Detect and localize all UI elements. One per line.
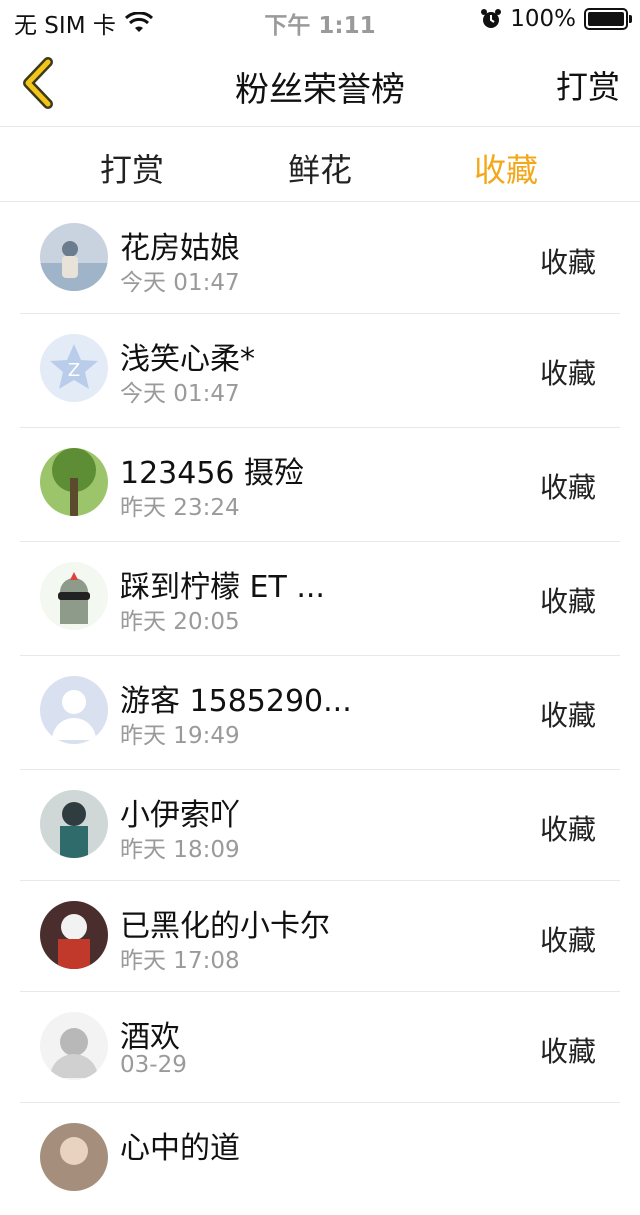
fan-action: 收藏 — [539, 813, 596, 846]
avatar — [40, 1012, 108, 1080]
fan-name: 酒欢 — [120, 1020, 180, 1055]
avatar — [40, 223, 108, 291]
fan-action: 收藏 — [539, 585, 596, 618]
svg-text:Z: Z — [68, 360, 80, 381]
avatar — [40, 790, 108, 858]
status-right: 100% — [480, 6, 632, 32]
fan-action: 收藏 — [539, 357, 596, 390]
fan-time: 昨天 17:08 — [120, 948, 240, 974]
fan-name: 123456 摄殓 — [120, 456, 305, 491]
fan-name: 游客 1585290... — [120, 684, 352, 719]
nav-bar: 粉丝荣誉榜 打赏 — [0, 40, 640, 127]
avatar — [40, 676, 108, 744]
fan-name: 浅笑心柔* — [120, 342, 255, 377]
list-item[interactable]: 花房姑娘 今天 01:47 收藏 — [20, 203, 620, 314]
page-title: 粉丝荣誉榜 — [235, 70, 405, 110]
tab-bar: 打赏 鲜花 收藏 — [0, 127, 640, 202]
list-item[interactable]: 游客 1585290... 昨天 19:49 收藏 — [20, 656, 620, 770]
fan-name: 已黑化的小卡尔 — [120, 909, 330, 944]
avatar: Z — [40, 334, 108, 402]
tab-favorites[interactable]: 收藏 — [474, 145, 538, 191]
avatar — [40, 448, 108, 516]
battery-percent: 100% — [510, 6, 576, 32]
fan-time: 昨天 23:24 — [120, 495, 240, 521]
list-item[interactable]: 心中的道 — [20, 1103, 620, 1215]
fan-action: 收藏 — [539, 1035, 596, 1068]
battery-icon — [584, 8, 632, 30]
fan-name: 心中的道 — [120, 1131, 240, 1166]
avatar — [40, 901, 108, 969]
fan-time: 今天 01:47 — [120, 381, 240, 407]
fan-time: 昨天 19:49 — [120, 723, 240, 749]
avatar — [40, 1123, 108, 1191]
list-item[interactable]: 已黑化的小卡尔 昨天 17:08 收藏 — [20, 881, 620, 992]
fan-action: 收藏 — [539, 699, 596, 732]
status-bar: 无 SIM 卡 下午 1:11 100% — [0, 0, 640, 40]
reward-button[interactable]: 打赏 — [556, 62, 620, 108]
fan-time: 今天 01:47 — [120, 270, 240, 296]
list-item[interactable]: 123456 摄殓 昨天 23:24 收藏 — [20, 428, 620, 542]
fan-action: 收藏 — [539, 471, 596, 504]
tab-flowers[interactable]: 鲜花 — [288, 145, 352, 191]
alarm-icon — [481, 9, 502, 28]
fan-name: 花房姑娘 — [120, 231, 240, 266]
fan-list: 花房姑娘 今天 01:47 收藏 Z 浅笑心柔* 今天 01:47 收藏 123… — [20, 203, 620, 1215]
fan-time: 昨天 20:05 — [120, 609, 240, 635]
list-item[interactable]: Z 浅笑心柔* 今天 01:47 收藏 — [20, 314, 620, 428]
list-item[interactable]: 小伊索吖 昨天 18:09 收藏 — [20, 770, 620, 881]
fan-name: 小伊索吖 — [120, 798, 240, 833]
avatar — [40, 562, 108, 630]
fan-time: 昨天 18:09 — [120, 837, 240, 863]
list-item[interactable]: 酒欢 03-29 收藏 — [20, 992, 620, 1103]
fan-action: 收藏 — [539, 924, 596, 957]
list-item[interactable]: 踩到柠檬 ET ... 昨天 20:05 收藏 — [20, 542, 620, 656]
fan-name: 踩到柠檬 ET ... — [120, 570, 325, 605]
tab-reward[interactable]: 打赏 — [100, 145, 164, 191]
fan-time: 03-29 — [120, 1052, 187, 1078]
fan-action: 收藏 — [539, 246, 596, 279]
